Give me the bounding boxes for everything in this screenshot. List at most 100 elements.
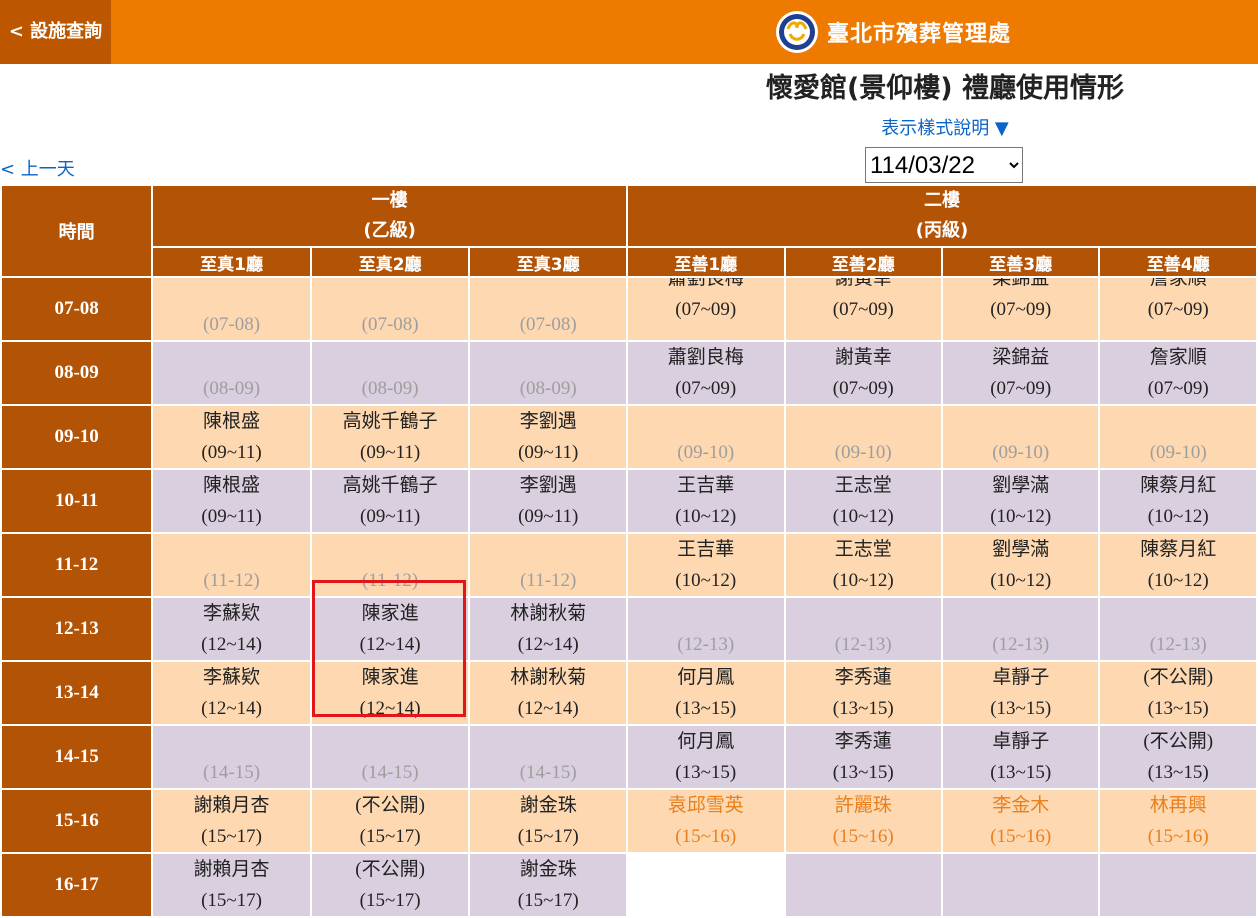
booking-cell[interactable]: 王志堂 (10~12)	[783, 468, 943, 534]
booking-time-range: (15~17)	[359, 890, 421, 911]
hall-usage-table: 時間 一樓 (乙級) 二樓 (丙級) 至真1廳 至真2廳 至真3廳 至善1廳 至善2廳至…	[0, 184, 1258, 918]
empty-slot-cell: (09-10)	[625, 404, 786, 470]
booking-cell[interactable]: 謝黃幸 (07~09)	[783, 276, 943, 342]
deceased-name	[471, 727, 625, 757]
deceased-name: 卓靜子	[992, 731, 1050, 752]
booking-cell[interactable]: 王吉華 (10~12)	[625, 468, 786, 534]
hall-header: 至真3廳	[468, 246, 628, 278]
table-row: 15-16 謝賴月杏 (15~17) (不公開) (15~17) 謝金珠 (15~17) 袁邱…	[0, 788, 1258, 854]
booking-cell[interactable]: 李金木 (15~16)	[940, 788, 1101, 854]
booking-cell[interactable]: 謝賴月杏 (15~17)	[151, 852, 312, 918]
booking-cell[interactable]: 高姚千鶴子 (09~11)	[309, 468, 471, 534]
booking-time-range: (10~12)	[990, 570, 1052, 591]
booking-cell[interactable]: 詹家順 (07~09)	[1098, 276, 1258, 342]
time-slot-label: 11-12	[0, 532, 154, 598]
booking-cell[interactable]: 謝黃幸 (07~09)	[783, 340, 943, 406]
booking-cell[interactable]: 謝金珠 (15~17)	[468, 788, 628, 854]
booking-time-range	[1101, 885, 1255, 915]
booking-cell[interactable]: 謝賴月杏 (15~17)	[151, 788, 312, 854]
booking-time-range: (07~09)	[1147, 299, 1209, 320]
brand[interactable]: 臺北市殯葬管理處	[775, 10, 1011, 54]
booking-cell[interactable]: (不公開) (13~15)	[1098, 724, 1258, 790]
empty-slot-cell	[625, 852, 786, 918]
deceased-name	[629, 407, 783, 437]
booking-cell[interactable]: 王吉華 (10~12)	[625, 532, 786, 598]
booking-cell[interactable]: 陳蔡月紅 (10~12)	[1098, 532, 1258, 598]
booking-time-range: (13~15)	[675, 698, 737, 719]
booking-time-range: (14-15)	[203, 762, 261, 783]
booking-time-range: (09~11)	[201, 442, 262, 463]
booking-cell[interactable]: (不公開) (15~17)	[309, 852, 471, 918]
deceased-name	[944, 407, 1097, 437]
booking-cell[interactable]: 梁錦益 (07~09)	[940, 276, 1101, 342]
booking-time-range: (12~14)	[517, 634, 579, 655]
booking-time-range: (10~12)	[832, 506, 894, 527]
floor-2-name: 二樓	[923, 190, 960, 211]
deceased-name	[787, 855, 940, 885]
empty-slot-cell: (14-15)	[309, 724, 471, 790]
booking-cell[interactable]: 劉學滿 (10~12)	[940, 532, 1101, 598]
booking-cell[interactable]: 李秀蓮 (13~15)	[783, 660, 943, 726]
booking-cell[interactable]: (不公開) (15~17)	[309, 788, 471, 854]
booking-cell[interactable]: 許麗珠 (15~16)	[783, 788, 943, 854]
booking-cell[interactable]: 李蘇欵 (12~14)	[151, 660, 312, 726]
legend-toggle-link[interactable]: 表示樣式說明 ▼	[0, 114, 1258, 140]
table-row: 14-15 (14-15) (14-15) (14-15) 何月鳳 (13~15) 李秀蓮 (…	[0, 724, 1258, 790]
deceased-name: 劉學滿	[992, 475, 1050, 496]
empty-slot-cell: (12-13)	[940, 596, 1101, 662]
deceased-name	[629, 599, 783, 629]
booking-cell[interactable]: (不公開) (13~15)	[1098, 660, 1258, 726]
booking-time-range: (10~12)	[832, 570, 894, 591]
booking-cell[interactable]: 蕭劉良梅 (07~09)	[625, 276, 786, 342]
booking-cell[interactable]: 陳根盛 (09~11)	[151, 468, 312, 534]
empty-slot-cell	[1098, 852, 1258, 918]
booking-time-range: (12~14)	[359, 698, 421, 719]
booking-cell[interactable]: 何月鳳 (13~15)	[625, 724, 786, 790]
booking-cell[interactable]: 袁邱雪英 (15~16)	[625, 788, 786, 854]
deceased-name: 蕭劉良梅	[667, 347, 744, 368]
booking-time-range: (13~15)	[990, 698, 1052, 719]
booking-time-range: (08-09)	[203, 378, 261, 399]
deceased-name	[1101, 855, 1255, 885]
deceased-name: 王志堂	[834, 475, 892, 496]
booking-time-range	[629, 885, 783, 915]
deceased-name: 林謝秋菊	[510, 603, 587, 624]
booking-cell[interactable]: 李劉遇 (09~11)	[468, 404, 628, 470]
table-row: 13-14 李蘇欵 (12~14) 陳家進 (12~14) 林謝秋菊 (12~14) 何月鳳 (…	[0, 660, 1258, 726]
booking-cell[interactable]: 陳蔡月紅 (10~12)	[1098, 468, 1258, 534]
booking-cell[interactable]: 卓靜子 (13~15)	[940, 660, 1101, 726]
booking-cell[interactable]: 詹家順 (07~09)	[1098, 340, 1258, 406]
booking-time-range: (10~12)	[1147, 506, 1209, 527]
booking-cell[interactable]: 李劉遇 (09~11)	[468, 468, 628, 534]
booking-cell[interactable]: 陳家進 (12~14)	[309, 596, 471, 662]
date-select[interactable]: 114/03/22	[865, 147, 1023, 183]
booking-cell[interactable]: 梁錦益 (07~09)	[940, 340, 1101, 406]
time-slot-label: 08-09	[0, 340, 154, 406]
deceased-name: 高姚千鶴子	[342, 475, 438, 496]
facility-search-back-button[interactable]: < 設施查詢	[0, 0, 111, 64]
booking-cell[interactable]: 蕭劉良梅 (07~09)	[625, 340, 786, 406]
booking-cell[interactable]: 王志堂 (10~12)	[783, 532, 943, 598]
booking-time-range: (15~16)	[832, 826, 894, 847]
deceased-name: 林謝秋菊	[510, 667, 587, 688]
booking-cell[interactable]: 高姚千鶴子 (09~11)	[309, 404, 471, 470]
booking-cell[interactable]: 何月鳳 (13~15)	[625, 660, 786, 726]
booking-time-range: (15~17)	[201, 826, 263, 847]
booking-cell[interactable]: 李蘇欵 (12~14)	[151, 596, 312, 662]
booking-time-range: (14-15)	[361, 762, 419, 783]
booking-cell[interactable]: 林再興 (15~16)	[1098, 788, 1258, 854]
booking-cell[interactable]: 林謝秋菊 (12~14)	[468, 596, 628, 662]
booking-cell[interactable]: 李秀蓮 (13~15)	[783, 724, 943, 790]
deceased-name: 陳蔡月紅	[1140, 539, 1217, 560]
booking-cell[interactable]: 林謝秋菊 (12~14)	[468, 660, 628, 726]
booking-cell[interactable]: 陳家進 (12~14)	[309, 660, 471, 726]
deceased-name: 梁錦益	[992, 347, 1050, 368]
deceased-name: 謝黃幸	[834, 347, 892, 368]
previous-day-link[interactable]: < 上一天	[0, 155, 75, 181]
booking-cell[interactable]: 卓靜子 (13~15)	[940, 724, 1101, 790]
booking-cell[interactable]: 陳根盛 (09~11)	[151, 404, 312, 470]
booking-cell[interactable]: 謝金珠 (15~17)	[468, 852, 628, 918]
deceased-name	[471, 343, 625, 373]
deceased-name: 李劉遇	[519, 475, 577, 496]
booking-cell[interactable]: 劉學滿 (10~12)	[940, 468, 1101, 534]
